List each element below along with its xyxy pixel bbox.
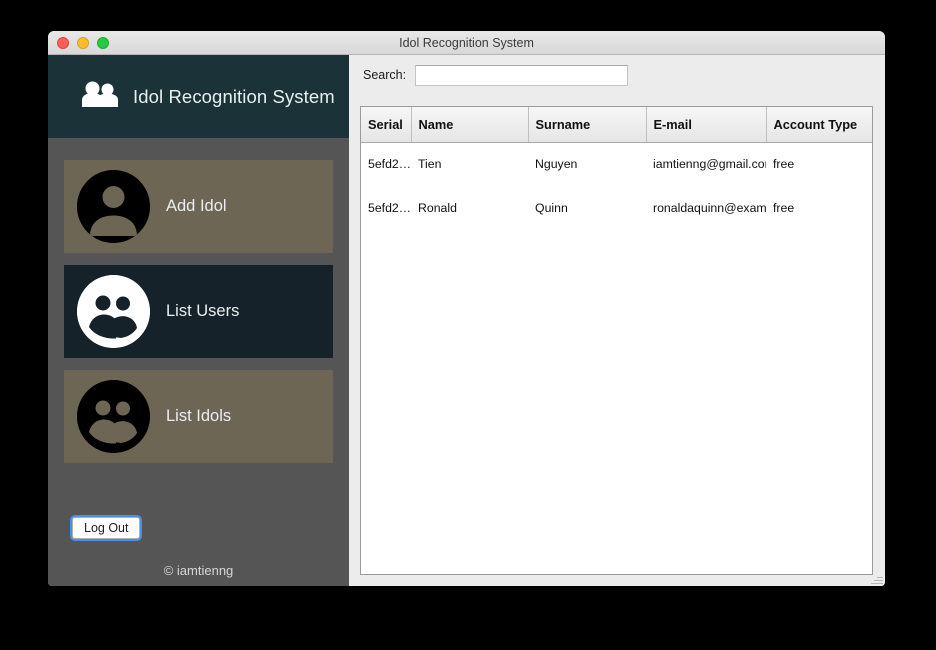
sidebar: Idol Recognition System Add Idol List Us…: [48, 55, 349, 586]
column-header-name[interactable]: Name: [411, 107, 529, 143]
window-body: Idol Recognition System Add Idol List Us…: [48, 55, 885, 586]
brand-title: Idol Recognition System: [133, 85, 335, 107]
cell-email: iamtienng@gmail.com: [653, 157, 766, 172]
people-circle-icon: [77, 380, 150, 453]
logout-button[interactable]: Log Out: [72, 517, 141, 539]
sidebar-item-label: Add Idol: [166, 197, 227, 215]
app-window: Idol Recognition System Idol Recognition…: [48, 31, 885, 586]
table-header: Serial Name Surname E-mail Account Type: [361, 107, 872, 143]
cell-serial: 5efd2…: [368, 157, 411, 172]
content-panel: Search: Serial Name Surname E-mail Accou…: [349, 55, 885, 586]
window-controls: [57, 37, 109, 49]
column-header-surname[interactable]: Surname: [528, 107, 647, 143]
maximize-button[interactable]: [97, 37, 109, 49]
column-header-account-type[interactable]: Account Type: [766, 107, 872, 143]
search-label: Search:: [363, 68, 407, 82]
sidebar-item-list-users[interactable]: List Users: [64, 265, 333, 358]
cell-surname: Nguyen: [535, 157, 578, 172]
cell-email: ronaldaquinn@exam…: [653, 201, 766, 215]
sidebar-item-add-idol[interactable]: Add Idol: [64, 160, 333, 253]
window-title: Idol Recognition System: [399, 36, 534, 50]
table-row[interactable]: 5efd2… Ronald Quinn ronaldaquinn@exam… f…: [361, 186, 872, 230]
cell-serial: 5efd2…: [368, 201, 411, 215]
brand-header: Idol Recognition System: [48, 55, 349, 138]
column-header-serial[interactable]: Serial: [361, 107, 412, 143]
people-icon: [81, 81, 119, 113]
sidebar-nav: Add Idol List Users List Idols: [48, 138, 349, 475]
cell-name: Ronald: [418, 201, 457, 215]
table-body: 5efd2… Tien Nguyen iamtienng@gmail.com f…: [361, 142, 872, 230]
search-row: Search:: [360, 64, 874, 86]
cell-account-type: free: [773, 201, 795, 215]
sidebar-item-label: List Idols: [166, 407, 232, 425]
users-table: Serial Name Surname E-mail Account Type …: [361, 107, 872, 230]
minimize-button[interactable]: [77, 37, 89, 49]
users-table-container[interactable]: Serial Name Surname E-mail Account Type …: [360, 106, 873, 575]
title-bar: Idol Recognition System: [48, 31, 885, 55]
logout-container: Log Out: [48, 517, 349, 545]
people-circle-icon: [77, 275, 150, 348]
copyright-text: © iamtienng: [163, 563, 234, 578]
resize-grip[interactable]: [871, 573, 883, 585]
cell-surname: Quinn: [535, 201, 568, 215]
close-button[interactable]: [57, 37, 69, 49]
sidebar-item-list-idols[interactable]: List Idols: [64, 370, 333, 463]
sidebar-item-label: List Users: [166, 302, 240, 320]
table-row[interactable]: 5efd2… Tien Nguyen iamtienng@gmail.com f…: [361, 142, 872, 186]
cell-account-type: free: [773, 157, 795, 172]
cell-name: Tien: [418, 157, 442, 172]
search-input[interactable]: [415, 64, 629, 86]
table-header-row: Serial Name Surname E-mail Account Type: [361, 107, 872, 143]
person-circle-icon: [77, 170, 150, 243]
column-header-email[interactable]: E-mail: [646, 107, 767, 143]
